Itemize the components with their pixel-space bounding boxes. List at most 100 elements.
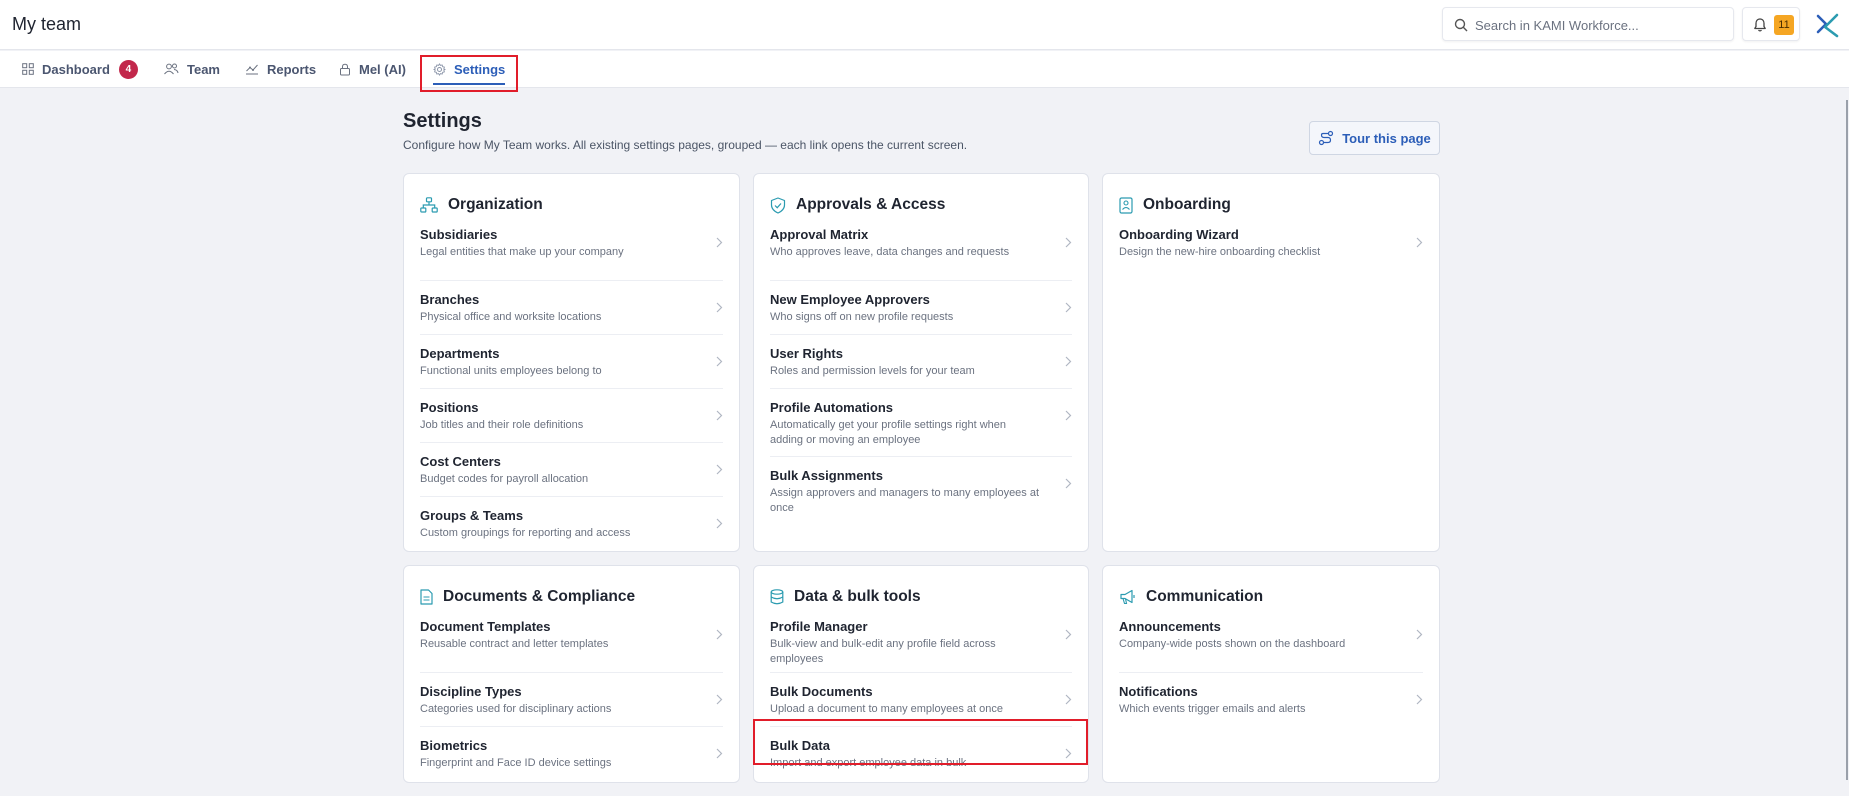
grid-icon [22,63,34,75]
settings-link-biometrics[interactable]: Biometrics Fingerprint and Face ID devic… [420,727,723,775]
search-box[interactable] [1442,7,1734,41]
item-title: Departments [420,346,500,361]
item-desc: Reusable contract and letter templates [420,638,609,650]
item-title: Cost Centers [420,454,501,469]
settings-link-bulk-assignments[interactable]: Bulk Assignments Assign approvers and ma… [770,457,1072,519]
settings-link-branches[interactable]: Branches Physical office and worksite lo… [420,281,723,335]
card-documents-items: Document Templates Reusable contract and… [420,619,723,775]
item-title: Subsidiaries [420,227,498,242]
card-organization-title: Organization [448,196,543,213]
brand-logo-icon[interactable] [1813,10,1843,40]
item-title: Document Templates [420,619,551,634]
chevron-right-icon [716,356,723,367]
tour-page-button[interactable]: Tour this page [1309,121,1440,155]
card-documents-compliance: Documents & Compliance Document Template… [403,565,740,783]
chevron-right-icon [1065,694,1072,705]
chevron-right-icon [716,694,723,705]
settings-link-notifications[interactable]: Notifications Which events trigger email… [1119,673,1423,721]
search-input[interactable] [1475,14,1725,36]
tab-settings-label: Settings [454,61,506,77]
card-approvals-access: Approvals & Access Approval Matrix Who a… [753,173,1089,552]
page-subtitle: Configure how My Team works. All existin… [403,138,968,152]
people-icon [164,63,179,75]
item-desc: Design the new-hire onboarding checklist [1119,246,1321,258]
item-title: User Rights [770,346,843,361]
item-desc: Upload a document to many employees at o… [770,703,1003,715]
settings-link-new-employee-approvers[interactable]: New Employee Approvers Who signs off on … [770,281,1072,335]
tab-reports[interactable]: Reports [245,51,316,87]
search-icon [1454,18,1468,32]
item-desc: Budget codes for payroll allocation [420,473,589,485]
settings-link-groups-teams[interactable]: Groups & Teams Custom groupings for repo… [420,497,723,545]
settings-link-onboarding-wizard[interactable]: Onboarding Wizard Design the new-hire on… [1119,227,1423,267]
item-title: Bulk Assignments [770,468,883,483]
item-desc: Company-wide posts shown on the dashboar… [1119,638,1346,650]
card-communication-header: Communication [1119,586,1263,608]
settings-link-discipline-types[interactable]: Discipline Types Categories used for dis… [420,673,723,727]
chevron-right-icon [1065,410,1072,421]
database-icon [770,589,784,605]
item-desc: Physical office and worksite locations [420,311,602,323]
card-onboarding-header: Onboarding [1119,194,1231,216]
chevron-right-icon [1065,629,1072,640]
item-title: Approval Matrix [770,227,869,242]
main-tabs: Dashboard 4 Team Reports Mel (AI) Settin… [0,51,1849,88]
chevron-right-icon [1065,748,1072,759]
card-documents-title: Documents & Compliance [443,588,636,605]
item-title: Bulk Documents [770,684,873,699]
page-scrollbar[interactable] [1846,100,1848,780]
item-desc: Automatically get your profile settings … [770,419,1007,446]
settings-link-subsidiaries[interactable]: Subsidiaries Legal entities that make up… [420,227,723,281]
settings-link-document-templates[interactable]: Document Templates Reusable contract and… [420,619,723,673]
settings-link-bulk-data[interactable]: Bulk Data Import and export employee dat… [770,727,1072,775]
settings-link-user-rights[interactable]: User Rights Roles and permission levels … [770,335,1072,389]
dashboard-count-badge: 4 [118,59,138,79]
item-desc: Custom groupings for reporting and acces… [420,527,631,539]
tab-reports-label: Reports [267,61,317,77]
chevron-right-icon [1416,629,1423,640]
lock-icon [340,63,350,75]
card-communication: Communication Announcements Company-wide… [1102,565,1440,783]
card-onboarding-items: Onboarding Wizard Design the new-hire on… [1119,227,1423,267]
settings-link-bulk-documents[interactable]: Bulk Documents Upload a document to many… [770,673,1072,727]
notifications-button[interactable]: 11 [1742,7,1800,41]
card-approvals-title: Approvals & Access [796,196,946,213]
item-title: Profile Manager [770,619,868,634]
tab-mel-ai[interactable]: Mel (AI) [339,51,406,87]
item-title: Notifications [1119,684,1198,699]
settings-link-approval-matrix[interactable]: Approval Matrix Who approves leave, data… [770,227,1072,281]
item-desc: Legal entities that make up your company [420,246,624,258]
notification-count-badge: 11 [1774,15,1794,35]
org-chart-icon [420,197,438,213]
shield-check-icon [770,196,786,214]
item-desc: Roles and permission levels for your tea… [770,365,975,377]
settings-link-profile-automations[interactable]: Profile Automations Automatically get yo… [770,389,1072,457]
chevron-right-icon [1416,694,1423,705]
card-data-items: Profile Manager Bulk-view and bulk-edit … [770,619,1072,775]
item-desc: Fingerprint and Face ID device settings [420,757,612,769]
item-desc: Job titles and their role definitions [420,419,584,431]
settings-link-profile-manager[interactable]: Profile Manager Bulk-view and bulk-edit … [770,619,1072,673]
tab-settings[interactable]: Settings [433,51,506,87]
document-icon [420,589,433,605]
tab-dashboard[interactable]: Dashboard 4 [22,51,138,87]
card-data-bulk-tools: Data & bulk tools Profile Manager Bulk-v… [753,565,1089,783]
item-title: Announcements [1119,619,1221,634]
settings-link-positions[interactable]: Positions Job titles and their role defi… [420,389,723,443]
item-desc: Bulk-view and bulk-edit any profile fiel… [770,638,996,665]
card-organization-items: Subsidiaries Legal entities that make up… [420,227,723,545]
settings-link-announcements[interactable]: Announcements Company-wide posts shown o… [1119,619,1423,673]
chevron-right-icon [1065,302,1072,313]
card-approvals-header: Approvals & Access [770,194,945,216]
gear-icon [433,62,446,76]
item-desc: Which events trigger emails and alerts [1119,703,1306,715]
chevron-right-icon [716,410,723,421]
tab-team[interactable]: Team [163,51,220,87]
card-onboarding: Onboarding Onboarding Wizard Design the … [1102,173,1440,552]
card-data-header: Data & bulk tools [770,586,921,608]
bell-icon [1754,18,1766,32]
settings-link-cost-centers[interactable]: Cost Centers Budget codes for payroll al… [420,443,723,497]
item-desc: Functional units employees belong to [420,365,602,377]
settings-link-departments[interactable]: Departments Functional units employees b… [420,335,723,389]
item-title: Discipline Types [420,684,522,699]
